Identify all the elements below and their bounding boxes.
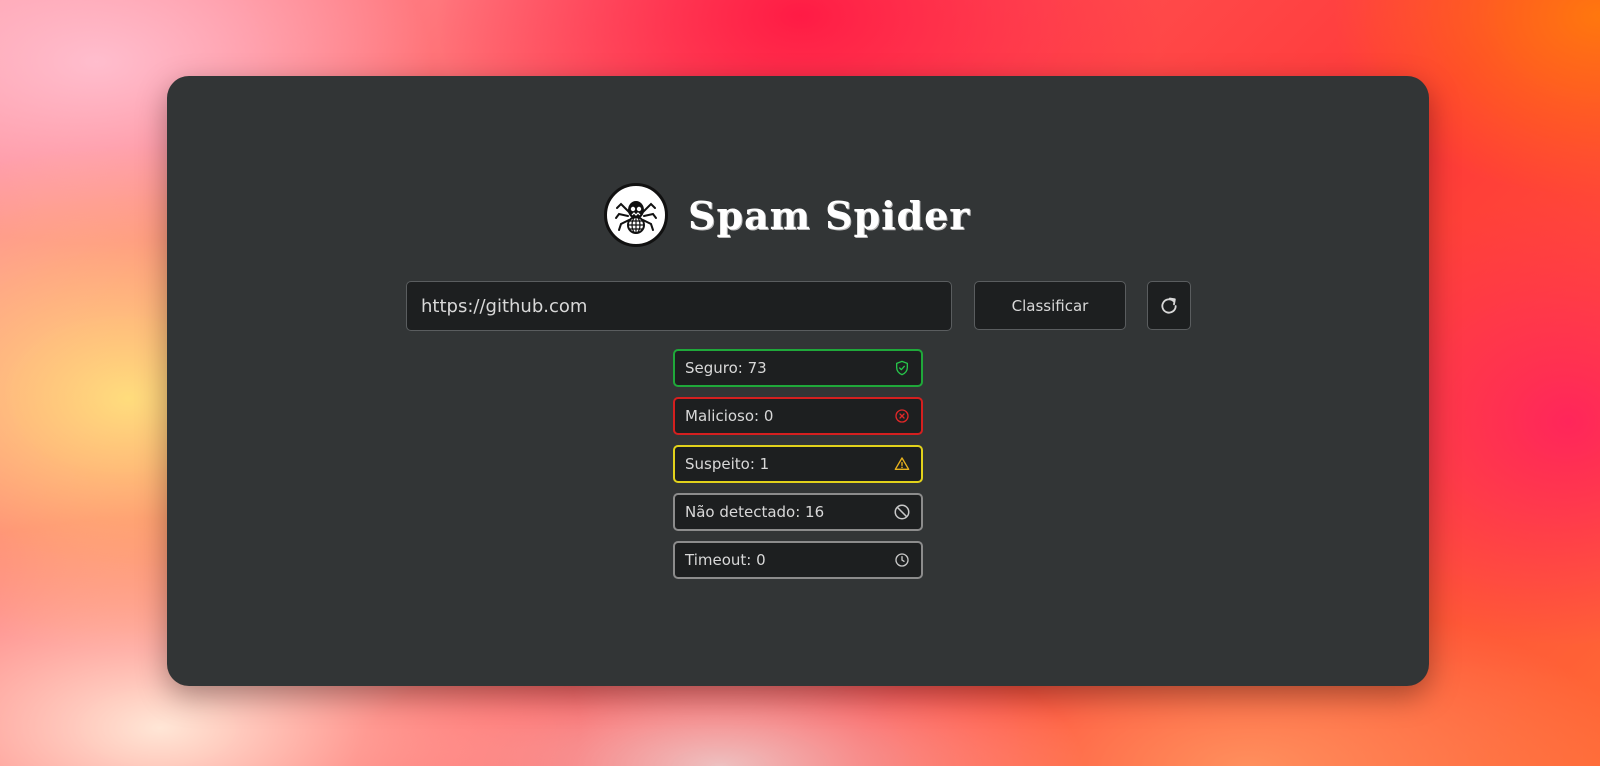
result-label: Timeout: 0: [685, 551, 766, 569]
x-circle-icon: [893, 407, 911, 425]
result-label: Suspeito: 1: [685, 455, 770, 473]
spider-logo-icon: [604, 183, 668, 247]
result-suspeito: Suspeito: 1: [673, 445, 923, 483]
url-input[interactable]: [406, 281, 952, 331]
result-malicioso: Malicioso: 0: [673, 397, 923, 435]
ban-icon: [893, 503, 911, 521]
clock-icon: [893, 551, 911, 569]
refresh-icon: [1161, 297, 1177, 314]
warning-triangle-icon: [893, 455, 911, 473]
results-list: Seguro: 73 Malicioso: 0 Suspeito: 1 Não …: [673, 349, 923, 589]
main-card: Spam Spider Classificar Seguro: 73 Malic…: [167, 76, 1429, 686]
result-timeout: Timeout: 0: [673, 541, 923, 579]
refresh-button[interactable]: [1147, 281, 1191, 330]
result-nao-detectado: Não detectado: 16: [673, 493, 923, 531]
shield-check-icon: [893, 359, 911, 377]
result-seguro: Seguro: 73: [673, 349, 923, 387]
brand-header: Spam Spider: [604, 181, 970, 249]
result-label: Não detectado: 16: [685, 503, 825, 521]
result-label: Malicioso: 0: [685, 407, 774, 425]
app-title: Spam Spider: [688, 192, 971, 238]
classify-button[interactable]: Classificar: [974, 281, 1126, 330]
result-label: Seguro: 73: [685, 359, 767, 377]
